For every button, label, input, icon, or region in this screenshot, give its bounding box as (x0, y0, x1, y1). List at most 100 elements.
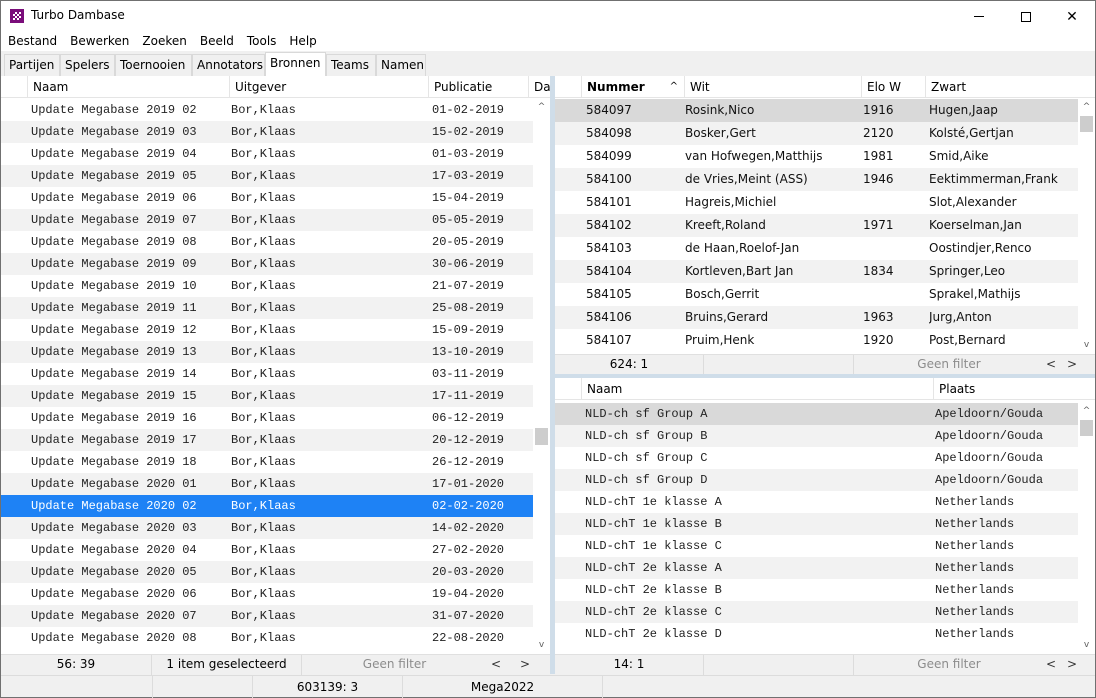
tab-namen[interactable]: Namen (376, 54, 426, 76)
cell-naam: Update Megabase 2019 11 (31, 301, 197, 315)
tournaments-filter-status[interactable]: Geen filter (854, 655, 1044, 675)
table-row[interactable]: Update Megabase 2019 15 Bor,Klaas 17-11-20… (1, 385, 533, 407)
menu-beeld[interactable]: Beeld (193, 32, 240, 51)
table-row[interactable]: Update Megabase 2020 06 Bor,Klaas 19-04-20… (1, 583, 533, 605)
scroll-down-icon[interactable]: v (1078, 337, 1095, 354)
tab-toernooien[interactable]: Toernooien (115, 54, 192, 76)
table-row[interactable]: 584100 de Vries,Meint (ASS) 1946 Eektimmerm… (555, 168, 1078, 191)
minimize-button[interactable] (956, 1, 1002, 32)
table-row[interactable]: Update Megabase 2020 04 Bor,Klaas 27-02-20… (1, 539, 533, 561)
menu-zoeken[interactable]: Zoeken (135, 32, 192, 51)
maximize-button[interactable] (1003, 1, 1049, 32)
table-row[interactable]: Update Megabase 2020 08 Bor,Klaas 22-08-20… (1, 627, 533, 649)
table-row[interactable]: Update Megabase 2019 09 Bor,Klaas 30-06-20… (1, 253, 533, 275)
table-row[interactable]: NLD-chT 2e klasse B Netherlands (555, 579, 1078, 601)
scroll-down-icon[interactable]: v (1078, 637, 1095, 654)
column-header-naam[interactable]: Naam (581, 378, 933, 400)
tournaments-scrollbar[interactable]: ^ v (1078, 403, 1095, 654)
tournaments-grid-header: Naam Plaats (555, 378, 1095, 400)
table-row[interactable]: NLD-chT 2e klasse D Netherlands (555, 623, 1078, 645)
column-header-elo-w[interactable]: Elo W (861, 76, 925, 98)
games-scrollbar[interactable]: ^ v (1078, 99, 1095, 354)
scroll-up-icon[interactable]: ^ (533, 99, 550, 116)
table-row[interactable]: NLD-ch sf Group A Apeldoorn/Gouda (555, 403, 1078, 425)
table-row[interactable]: Update Megabase 2019 10 Bor,Klaas 21-07-20… (1, 275, 533, 297)
table-row[interactable]: Update Megabase 2019 14 Bor,Klaas 03-11-20… (1, 363, 533, 385)
table-row[interactable]: Update Megabase 2020 07 Bor,Klaas 31-07-20… (1, 605, 533, 627)
next-icon[interactable]: > (520, 655, 530, 674)
table-row[interactable]: 584106 Bruins,Gerard 1963 Jurg,Anton (555, 306, 1078, 329)
column-header-nummer[interactable]: Nummer ^ (581, 76, 684, 98)
table-row[interactable]: 584105 Bosch,Gerrit Sprakel,Mathijs (555, 283, 1078, 306)
table-row[interactable]: Update Megabase 2019 13 Bor,Klaas 13-10-20… (1, 341, 533, 363)
next-icon[interactable]: > (1067, 655, 1077, 674)
table-row[interactable]: Update Megabase 2019 11 Bor,Klaas 25-08-20… (1, 297, 533, 319)
scroll-thumb[interactable] (1080, 116, 1093, 132)
column-header-zwart[interactable]: Zwart (925, 76, 1095, 98)
table-row[interactable]: Update Megabase 2020 01 Bor,Klaas 17-01-20… (1, 473, 533, 495)
table-row[interactable]: NLD-ch sf Group D Apeldoorn/Gouda (555, 469, 1078, 491)
menu-bestand[interactable]: Bestand (1, 32, 63, 51)
tab-teams[interactable]: Teams (326, 54, 376, 76)
table-row[interactable]: Update Megabase 2019 08 Bor,Klaas 20-05-20… (1, 231, 533, 253)
table-row[interactable]: Update Megabase 2019 16 Bor,Klaas 06-12-20… (1, 407, 533, 429)
column-header-uitgever[interactable]: Uitgever (229, 76, 428, 98)
table-row[interactable]: 584101 Hagreis,Michiel Slot,Alexander (555, 191, 1078, 214)
table-row[interactable]: NLD-chT 1e klasse A Netherlands (555, 491, 1078, 513)
menu-help[interactable]: Help (282, 32, 322, 51)
table-row[interactable]: NLD-ch sf Group B Apeldoorn/Gouda (555, 425, 1078, 447)
games-filter-status[interactable]: Geen filter (854, 355, 1044, 375)
cell-naam: NLD-chT 1e klasse B (585, 517, 722, 531)
table-row[interactable]: NLD-ch sf Group C Apeldoorn/Gouda (555, 447, 1078, 469)
table-row[interactable]: Update Megabase 2019 02 Bor,Klaas 01-02-20… (1, 99, 533, 121)
tab-partijen[interactable]: Partijen (4, 54, 60, 76)
table-row[interactable]: Update Megabase 2019 12 Bor,Klaas 15-09-20… (1, 319, 533, 341)
table-row[interactable]: NLD-chT 2e klasse C Netherlands (555, 601, 1078, 623)
table-row[interactable]: NLD-chT 1e klasse B Netherlands (555, 513, 1078, 535)
table-row[interactable]: Update Megabase 2019 07 Bor,Klaas 05-05-20… (1, 209, 533, 231)
scroll-thumb[interactable] (1080, 420, 1093, 436)
prev-icon[interactable]: < (491, 655, 501, 674)
table-row[interactable]: 584097 Rosink,Nico 1916 Hugen,Jaap (555, 99, 1078, 122)
table-row[interactable]: NLD-chT 1e klasse C Netherlands (555, 535, 1078, 557)
column-header-plaats[interactable]: Plaats (933, 378, 1095, 400)
cell-nummer: 584098 (586, 126, 632, 140)
table-row[interactable]: 584098 Bosker,Gert 2120 Kolsté,Gertjan (555, 122, 1078, 145)
prev-icon[interactable]: < (1046, 355, 1056, 374)
table-row[interactable]: Update Megabase 2019 17 Bor,Klaas 20-12-20… (1, 429, 533, 451)
table-row[interactable]: 584103 de Haan,Roelof-Jan Oostindjer,Renco (555, 237, 1078, 260)
tab-bronnen[interactable]: Bronnen (265, 52, 326, 76)
column-header-naam[interactable]: Naam (27, 76, 229, 98)
scroll-up-icon[interactable]: ^ (1078, 403, 1095, 420)
table-row[interactable]: 584099 van Hofwegen,Matthijs 1981 Smid,Aike (555, 145, 1078, 168)
tab-annotators[interactable]: Annotators (192, 54, 265, 76)
table-row[interactable]: Update Megabase 2019 05 Bor,Klaas 17-03-20… (1, 165, 533, 187)
scroll-down-icon[interactable]: v (533, 637, 550, 654)
table-row[interactable]: Update Megabase 2019 06 Bor,Klaas 15-04-20… (1, 187, 533, 209)
table-row[interactable]: NLD-chT 2e klasse A Netherlands (555, 557, 1078, 579)
prev-icon[interactable]: < (1046, 655, 1056, 674)
column-header-wit[interactable]: Wit (684, 76, 861, 98)
table-row[interactable]: Update Megabase 2020 05 Bor,Klaas 20-03-20… (1, 561, 533, 583)
sources-scrollbar[interactable]: ^ v (533, 99, 550, 654)
next-icon[interactable]: > (1067, 355, 1077, 374)
table-row[interactable]: Update Megabase 2020 02 Bor,Klaas 02-02-20… (1, 495, 533, 517)
maximize-icon (1021, 11, 1031, 22)
sources-filter-status[interactable]: Geen filter (302, 655, 487, 675)
cell-wit: de Haan,Roelof-Jan (685, 241, 800, 255)
table-row[interactable]: 584104 Kortleven,Bart Jan 1834 Springer,Leo (555, 260, 1078, 283)
close-button[interactable]: ✕ (1049, 1, 1095, 32)
table-row[interactable]: Update Megabase 2019 04 Bor,Klaas 01-03-20… (1, 143, 533, 165)
menu-bewerken[interactable]: Bewerken (63, 32, 135, 51)
table-row[interactable]: Update Megabase 2019 18 Bor,Klaas 26-12-20… (1, 451, 533, 473)
scroll-up-icon[interactable]: ^ (1078, 99, 1095, 116)
column-header-publicatie[interactable]: Publicatie (428, 76, 528, 98)
table-row[interactable]: 584102 Kreeft,Roland 1971 Koerselman,Jan (555, 214, 1078, 237)
scroll-thumb[interactable] (535, 428, 548, 446)
table-row[interactable]: 584107 Pruim,Henk 1920 Post,Bernard (555, 329, 1078, 352)
table-row[interactable]: Update Megabase 2019 03 Bor,Klaas 15-02-20… (1, 121, 533, 143)
column-header-datum[interactable]: Dat (528, 76, 550, 98)
table-row[interactable]: Update Megabase 2020 03 Bor,Klaas 14-02-20… (1, 517, 533, 539)
tab-spelers[interactable]: Spelers (60, 54, 115, 76)
menu-tools[interactable]: Tools (240, 32, 283, 51)
